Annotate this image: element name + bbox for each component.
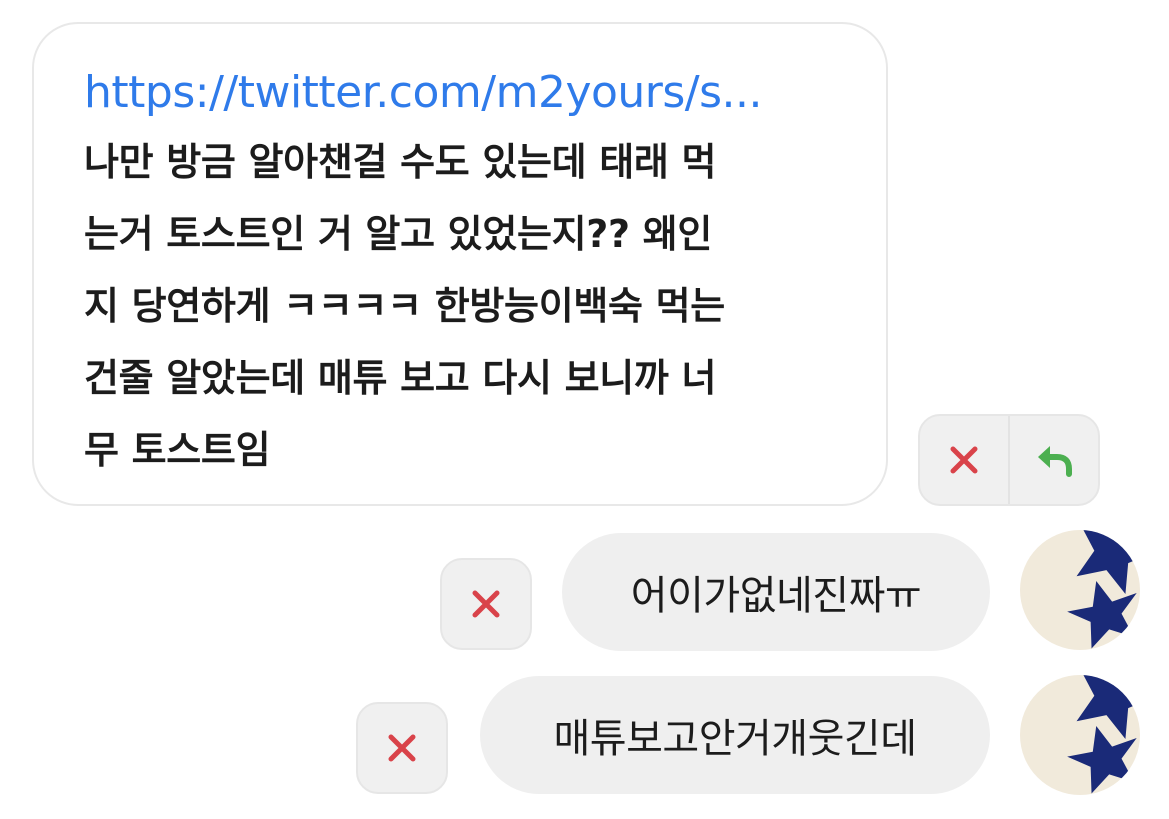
star-icon — [1067, 530, 1140, 649]
avatar[interactable] — [1020, 530, 1140, 650]
outgoing-message-bubble: 어이가없네진짜ㅠ — [562, 533, 990, 651]
close-x-icon — [950, 446, 978, 474]
message-link[interactable]: https://twitter.com/m2yours/s... — [84, 64, 844, 122]
outgoing-message-text: 매튜보고안거개웃긴데 — [553, 716, 918, 762]
avatar[interactable] — [1020, 675, 1140, 795]
incoming-message-bubble: https://twitter.com/m2yours/s... 나만 방금 알… — [32, 22, 888, 506]
outgoing-message-bubble: 매튜보고안거개웃긴데 — [480, 676, 990, 794]
message-line: 나만 방금 알아챈걸 수도 있는데 태래 먹 — [84, 140, 717, 184]
delete-button[interactable] — [440, 558, 532, 650]
reply-arrow-icon — [1038, 446, 1072, 477]
message-line: 는거 토스트인 거 알고 있었는지?? 왜인 — [84, 212, 713, 256]
message-line: 무 토스트임 — [84, 428, 271, 472]
close-x-icon — [388, 734, 416, 762]
close-x-icon — [472, 590, 500, 618]
delete-button[interactable] — [356, 702, 448, 794]
incoming-message-actions — [918, 414, 1100, 506]
delete-button[interactable] — [920, 416, 1008, 504]
outgoing-message-text: 어이가없네진짜ㅠ — [630, 573, 922, 619]
message-line: 건줄 알았는데 매튜 보고 다시 보니까 너 — [84, 356, 717, 400]
message-line: 지 당연하게 ㅋㅋㅋㅋ 한방능이백숙 먹는 — [84, 284, 725, 328]
reply-button[interactable] — [1008, 416, 1098, 504]
message-text: 나만 방금 알아챈걸 수도 있는데 태래 먹 는거 토스트인 거 알고 있었는지… — [84, 126, 844, 486]
star-icon — [1067, 675, 1140, 794]
